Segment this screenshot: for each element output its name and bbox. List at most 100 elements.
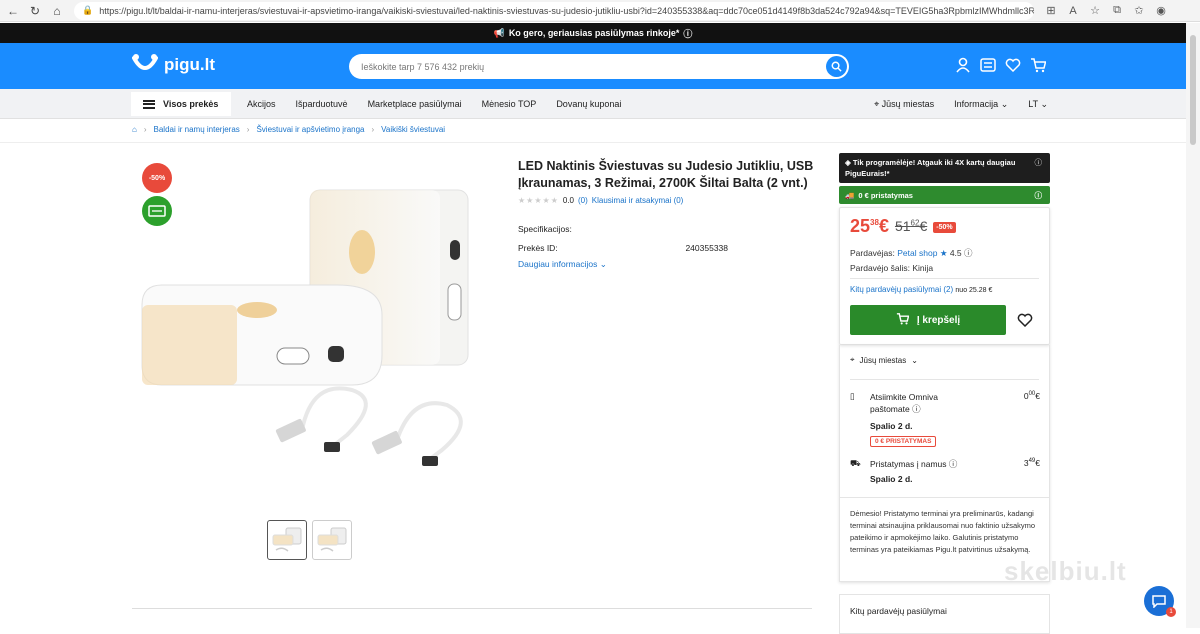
other-sellers-link[interactable]: Kitų pardavėjų pasiūlymai (2) nuo 25.28 … bbox=[850, 285, 992, 294]
shipping-option-label: Pristatymas į namus ⓘ bbox=[870, 458, 1000, 470]
delivery-notice: Dėmesio! Pristatymo terminai yra prelimi… bbox=[850, 509, 1036, 554]
more-info-link[interactable]: Daugiau informacijos ⌄ bbox=[518, 259, 607, 270]
breadcrumb-link[interactable]: Baldai ir namų interjeras bbox=[154, 125, 240, 134]
info-menu[interactable]: Informacija ⌄ bbox=[954, 99, 1008, 110]
category-bar: Visos prekės Akcijos Išparduotuvė Market… bbox=[0, 89, 1186, 119]
add-to-cart-button[interactable]: Į krepšelį bbox=[850, 305, 1006, 335]
app-promo-banner[interactable]: ◈ Tik programėlėje! Atgauk iki 4X kartų … bbox=[839, 153, 1050, 183]
divider bbox=[850, 379, 1039, 380]
currency: € bbox=[878, 216, 889, 236]
price-row: 2538€ 5162€ -50% bbox=[850, 216, 956, 237]
cost-decimals: 49 bbox=[1028, 458, 1036, 465]
home-icon[interactable]: ⌂ bbox=[48, 2, 66, 20]
info-icon[interactable]: ⓘ bbox=[912, 404, 921, 414]
all-products-button[interactable]: Visos prekės bbox=[131, 92, 231, 116]
cart-icon bbox=[896, 312, 910, 328]
grid-icon[interactable]: ⊞ bbox=[1044, 4, 1058, 18]
qa-link[interactable]: Klausimai ir atsakymai (0) bbox=[592, 196, 684, 205]
product-thumbnail[interactable] bbox=[312, 520, 352, 560]
cart-icon[interactable] bbox=[1029, 56, 1046, 74]
chat-button[interactable]: 1 bbox=[1144, 586, 1176, 617]
back-icon[interactable]: ← bbox=[4, 2, 22, 20]
thumbnail-image bbox=[317, 527, 347, 552]
watermark: skelbiu.lt bbox=[1004, 556, 1127, 586]
seller-info: Pardavėjas: Petal shop ★ 4.5 ⓘ bbox=[850, 247, 973, 259]
free-delivery-banner: 🚚 0 € pristatymas ⓘ bbox=[839, 186, 1050, 204]
breadcrumb: ⌂ › Baldai ir namų interjeras › Šviestuv… bbox=[132, 125, 445, 134]
info-icon: ⓘ bbox=[683, 28, 693, 39]
promo-text: Ko gero, geriausias pasiūlymas rinkoje* bbox=[508, 28, 680, 38]
thumbnail-image bbox=[272, 527, 302, 552]
info-icon[interactable]: ⓘ bbox=[949, 459, 958, 469]
price-decimals: 38 bbox=[870, 218, 879, 227]
info-icon[interactable]: ⓘ bbox=[964, 248, 973, 258]
star-icon[interactable]: ☆ bbox=[1088, 4, 1102, 18]
favorites-icon[interactable]: ✩ bbox=[1132, 4, 1146, 18]
divider bbox=[850, 278, 1039, 279]
price-integer: 25 bbox=[850, 216, 871, 236]
megaphone-icon: 📢 bbox=[493, 27, 505, 38]
shipping-date: Spalio 2 d. bbox=[870, 474, 913, 484]
other-offers-title: Kitų pardavėjų pasiūlymai bbox=[850, 606, 947, 616]
reviews-link[interactable]: (0) bbox=[578, 196, 588, 205]
product-thumbnail[interactable] bbox=[267, 520, 307, 560]
address-bar[interactable]: 🔒 https://pigu.lt/lt/baldai-ir-namu-inte… bbox=[74, 1, 1034, 20]
rating-row: ★★★★★ 0.0 (0) Klausimai ir atsakymai (0) bbox=[518, 196, 683, 205]
breadcrumb-link[interactable]: Šviestuvai ir apšvietimo įranga bbox=[256, 125, 364, 134]
logo[interactable]: pigu.lt bbox=[132, 54, 215, 76]
other-sellers-price: nuo 25.28 € bbox=[955, 287, 993, 294]
divider bbox=[0, 142, 1186, 143]
lock-icon: 🔒 bbox=[82, 5, 94, 15]
divider bbox=[132, 608, 812, 609]
app-promo-text: Tik programėlėje! Atgauk iki 4X kartų da… bbox=[845, 158, 1016, 178]
breadcrumb-separator: › bbox=[246, 125, 250, 134]
compare-icon[interactable] bbox=[979, 56, 996, 74]
shipping-cost: 349€ bbox=[1023, 458, 1040, 468]
shipping-city-selector[interactable]: ⌖ Jūsų miestas ⌄ bbox=[850, 355, 918, 365]
product-image[interactable] bbox=[132, 180, 492, 480]
menu-icon bbox=[143, 99, 155, 109]
product-title: LED Naktinis Šviestuvas su Judesio Jutik… bbox=[518, 159, 814, 190]
search-input[interactable] bbox=[361, 61, 821, 72]
chevron-down-icon: ⌄ bbox=[1040, 98, 1048, 109]
heart-icon bbox=[1017, 313, 1033, 327]
truck-icon: ⛟ bbox=[850, 458, 861, 468]
chevron-down-icon: ⌄ bbox=[911, 355, 918, 365]
spec-heading: Specifikacijos: bbox=[518, 224, 572, 234]
shipping-option-text: Pristatymas į namus bbox=[870, 459, 947, 469]
heart-icon[interactable] bbox=[1004, 56, 1021, 74]
star-icon: ★ bbox=[939, 248, 948, 258]
scrollbar-thumb[interactable] bbox=[1190, 35, 1196, 145]
scrollbar[interactable] bbox=[1186, 23, 1200, 628]
language-selector[interactable]: LT ⌄ bbox=[1028, 99, 1048, 110]
city-selector[interactable]: ⌖ Jūsų miestas bbox=[874, 99, 934, 110]
nav-link-akcijos[interactable]: Akcijos bbox=[247, 99, 276, 109]
aa-icon[interactable]: A bbox=[1066, 4, 1080, 18]
info-icon: ⓘ bbox=[1034, 158, 1043, 167]
info-label: Informacija bbox=[954, 98, 999, 109]
seller-link[interactable]: Petal shop bbox=[897, 248, 937, 258]
price-box: 2538€ 5162€ -50% Pardavėjas: Petal shop … bbox=[839, 207, 1050, 345]
home-icon[interactable]: ⌂ bbox=[132, 125, 137, 134]
copilot-icon[interactable]: ◉ bbox=[1154, 4, 1168, 18]
favorite-button[interactable] bbox=[1016, 312, 1034, 328]
discount-tag: -50% bbox=[933, 222, 956, 233]
breadcrumb-link[interactable]: Vaikiški šviestuvai bbox=[381, 125, 445, 134]
promo-bar[interactable]: 📢 Ko gero, geriausias pasiūlymas rinkoje… bbox=[0, 23, 1186, 43]
app-icon: ◈ bbox=[845, 158, 853, 167]
extensions-icon[interactable]: ⧉ bbox=[1110, 4, 1124, 18]
spec-key: Prekės ID: bbox=[518, 243, 558, 253]
nav-link-kuponai[interactable]: Dovanų kuponai bbox=[556, 99, 621, 109]
language-label: LT bbox=[1028, 98, 1038, 109]
reload-icon[interactable]: ↻ bbox=[26, 2, 44, 20]
shipping-option-home-delivery[interactable]: ⛟ Pristatymas į namus ⓘ Spalio 2 d. 349€ bbox=[850, 458, 1040, 488]
nav-link-menesio-top[interactable]: Mėnesio TOP bbox=[482, 99, 537, 109]
logo-icon bbox=[132, 54, 158, 70]
nav-link-marketplace[interactable]: Marketplace pasiūlymai bbox=[368, 99, 462, 109]
shipping-option-parcel-locker[interactable]: ▯ Atsiimkite Omniva paštomate ⓘ Spalio 2… bbox=[850, 391, 1040, 451]
nav-link-ispardavimas[interactable]: Išparduotuvė bbox=[296, 99, 348, 109]
user-icon[interactable] bbox=[954, 56, 971, 74]
old-price: 5162€ bbox=[895, 218, 927, 234]
search-button[interactable] bbox=[826, 56, 847, 77]
search-box[interactable] bbox=[349, 54, 849, 79]
